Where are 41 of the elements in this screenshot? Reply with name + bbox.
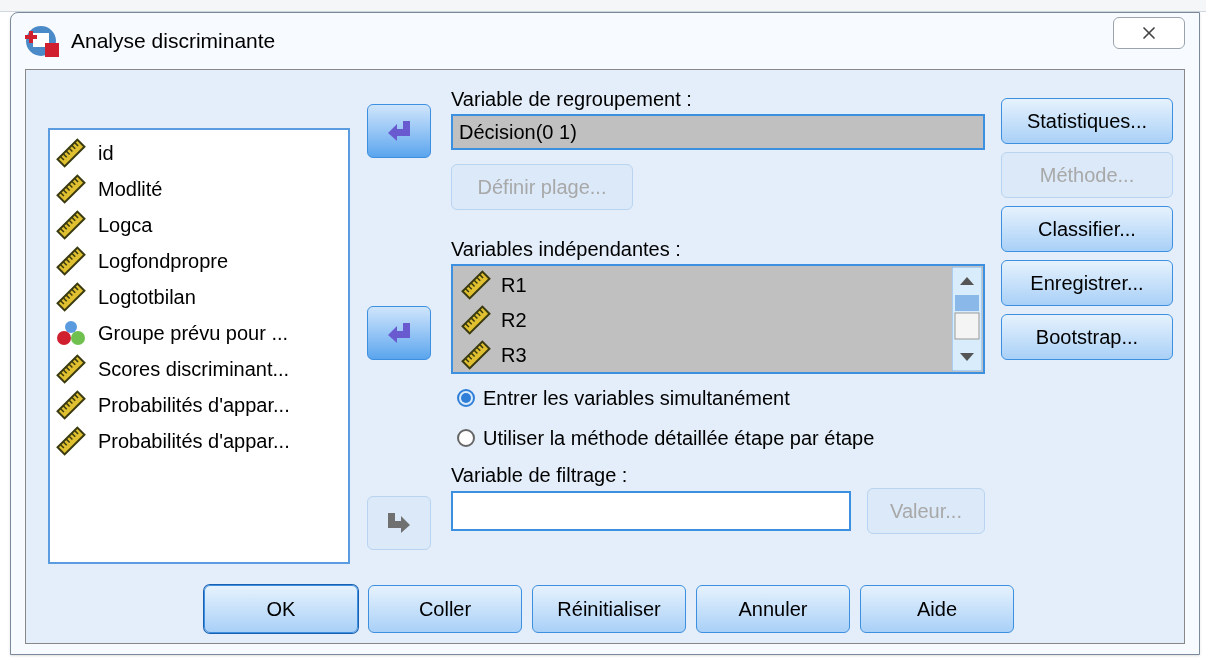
radio-button[interactable] (457, 429, 475, 447)
radio-button[interactable] (457, 389, 475, 407)
app-icon (25, 23, 61, 59)
variable-item[interactable]: Scores discriminant... (56, 354, 342, 384)
arrow-right-icon (386, 512, 412, 534)
arrow-left-icon (386, 322, 412, 344)
variable-item[interactable]: Logfondpropre (56, 246, 342, 276)
variable-item[interactable]: Groupe prévu pour ... (56, 318, 342, 348)
radio-label[interactable]: Entrer les variables simultanément (483, 383, 790, 413)
window-title: Analyse discriminante (71, 28, 276, 55)
dialog-button[interactable]: Enregistrer... (1001, 260, 1173, 306)
variable-item[interactable]: Logtotbilan (56, 282, 342, 312)
move-button[interactable] (367, 104, 431, 158)
variable-item[interactable]: id (56, 138, 342, 168)
grouping-field[interactable]: Décision(0 1) (451, 114, 985, 150)
variable-item[interactable]: R1 (461, 268, 951, 303)
radio-label[interactable]: Utiliser la méthode détaillée étape par étape (483, 423, 875, 453)
dialog-button[interactable]: Statistiques... (1001, 98, 1173, 144)
circles-icon (56, 318, 86, 348)
scrollbar[interactable] (952, 267, 982, 371)
variable-item[interactable]: Probabilités d'appar... (56, 426, 342, 456)
variable-item[interactable]: Modlité (56, 174, 342, 204)
independents-label: Variables indépendantes : (451, 237, 682, 262)
dialog-button[interactable]: OK (204, 585, 358, 633)
move-button[interactable] (367, 306, 431, 360)
independents-list[interactable]: R1 R2 R3 (451, 264, 985, 374)
dialog-button[interactable]: Réinitialiser (532, 585, 686, 633)
variable-item[interactable]: R2 (461, 302, 951, 338)
dialog-button[interactable]: Aide (860, 585, 1014, 633)
close-button[interactable] (1113, 17, 1185, 49)
filter-field[interactable] (451, 491, 851, 531)
dialog-button[interactable]: Classifier... (1001, 206, 1173, 252)
filter-label: Variable de filtrage : (451, 463, 629, 488)
arrow-left-icon (386, 120, 412, 142)
variable-item[interactable]: Probabilités d'appar... (56, 390, 342, 420)
dialog-button[interactable]: Bootstrap... (1001, 314, 1173, 360)
dialog-button[interactable]: Coller (368, 585, 522, 633)
dialog-button[interactable]: Annuler (696, 585, 850, 633)
grouping-label: Variable de regroupement : (451, 87, 693, 112)
variable-item[interactable]: Logca (56, 210, 342, 240)
variable-item[interactable]: R3 (461, 337, 951, 372)
